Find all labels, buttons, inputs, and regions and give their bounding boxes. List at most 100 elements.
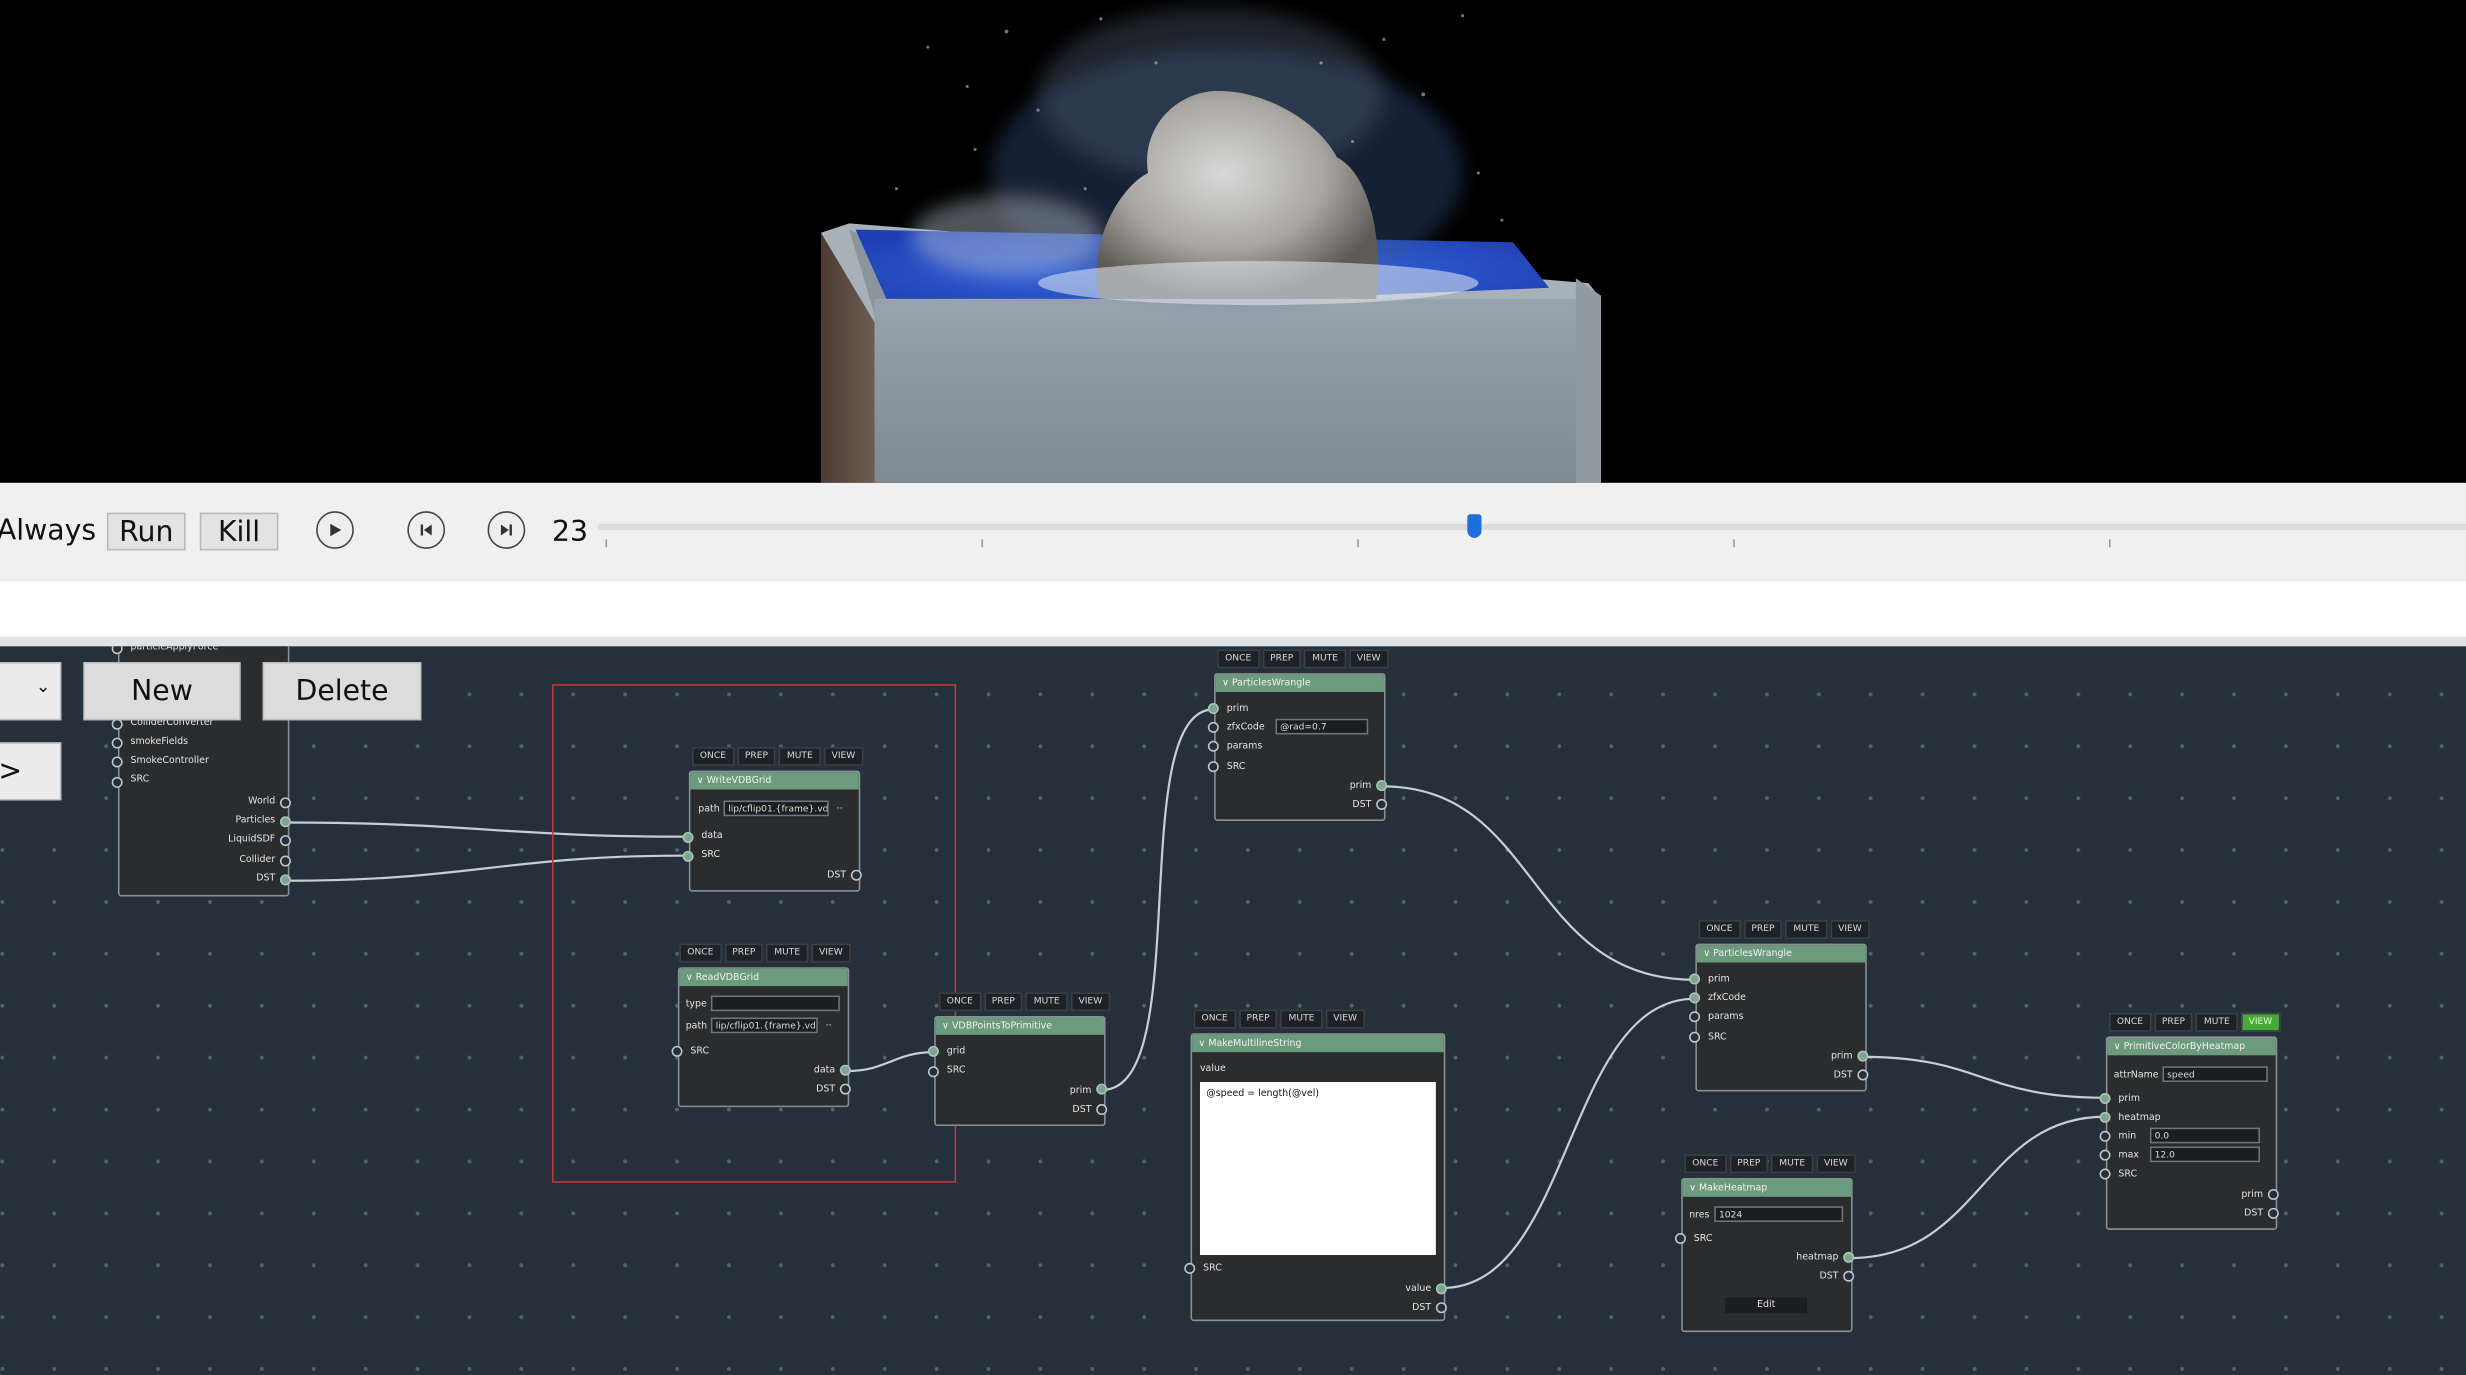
node-title[interactable]: ∨ MakeMultilineString xyxy=(1192,1034,1444,1053)
output-socket[interactable] xyxy=(2267,1188,2279,1200)
output-socket[interactable] xyxy=(1096,1083,1108,1095)
mute-button[interactable]: MUTE xyxy=(778,747,821,766)
view-button-active[interactable]: VIEW xyxy=(2240,1012,2281,1032)
input-socket[interactable] xyxy=(1207,702,1219,715)
output-socket[interactable] xyxy=(1857,1050,1869,1062)
min-field[interactable]: 0.0 xyxy=(2149,1127,2260,1144)
prep-button[interactable]: PREP xyxy=(724,943,764,963)
collapse-icon[interactable]: ∨ xyxy=(1689,1183,1699,1194)
prep-button[interactable]: PREP xyxy=(1743,920,1783,939)
input-socket[interactable] xyxy=(1689,1011,1701,1023)
output-socket[interactable] xyxy=(279,797,291,809)
input-socket[interactable] xyxy=(1207,761,1219,773)
input-socket[interactable] xyxy=(111,737,123,749)
collapse-icon[interactable]: ∨ xyxy=(2114,1041,2124,1052)
node-type-dropdown[interactable]: ⌄ xyxy=(0,662,62,721)
kill-button[interactable]: Kill xyxy=(199,512,279,551)
mute-button[interactable]: MUTE xyxy=(1280,1009,1323,1029)
node-editor[interactable]: particleApplyForce ColliderConverter smo… xyxy=(0,646,2466,1375)
output-socket[interactable] xyxy=(2267,1207,2279,1219)
timeline-track[interactable] xyxy=(597,523,2466,530)
browse-button[interactable]: .. xyxy=(826,1018,832,1029)
prep-button[interactable]: PREP xyxy=(2154,1012,2193,1032)
view-button[interactable]: VIEW xyxy=(811,943,851,963)
input-socket[interactable] xyxy=(1689,1031,1701,1043)
collapse-icon[interactable]: ∨ xyxy=(1198,1038,1208,1049)
node-particles-wrangle-1[interactable]: ∨ ParticlesWrangle prim zfxCode @rad=0.7… xyxy=(1214,673,1386,821)
node-title[interactable]: ∨ ParticlesWrangle xyxy=(1215,674,1384,692)
node-title[interactable]: ∨ PrimitiveColorByHeatmap xyxy=(2107,1037,2276,1056)
output-socket[interactable] xyxy=(1857,1069,1869,1081)
output-socket[interactable] xyxy=(839,1064,851,1076)
output-socket[interactable] xyxy=(279,835,291,847)
collapse-icon[interactable]: ∨ xyxy=(697,775,707,786)
input-socket[interactable] xyxy=(1207,740,1219,752)
input-socket[interactable] xyxy=(1207,721,1219,733)
node-title[interactable]: ∨ VDBPointsToPrimitive xyxy=(935,1017,1105,1035)
input-socket[interactable] xyxy=(682,831,694,843)
node-read-vdb-grid[interactable]: ∨ ReadVDBGrid type path lip/cflip01.{fra… xyxy=(677,967,850,1108)
view-button[interactable]: VIEW xyxy=(1830,920,1870,939)
mute-button[interactable]: MUTE xyxy=(1304,649,1346,669)
output-socket[interactable] xyxy=(1376,780,1388,792)
path-field[interactable]: lip/cflip01.{frame}.vdb xyxy=(710,1017,818,1034)
delete-button[interactable]: Delete xyxy=(262,662,422,721)
node-title[interactable]: ∨ ReadVDBGrid xyxy=(679,968,848,987)
input-socket[interactable] xyxy=(1184,1262,1196,1274)
run-button[interactable]: Run xyxy=(106,512,186,551)
view-button[interactable]: VIEW xyxy=(1349,649,1389,669)
input-socket[interactable] xyxy=(1689,992,1701,1004)
input-socket[interactable] xyxy=(2099,1130,2111,1142)
output-socket[interactable] xyxy=(1843,1270,1855,1282)
expand-button[interactable]: > xyxy=(0,742,62,801)
view-button[interactable]: VIEW xyxy=(823,747,864,766)
input-socket[interactable] xyxy=(1674,1232,1686,1245)
input-socket[interactable] xyxy=(2099,1149,2111,1161)
once-button[interactable]: ONCE xyxy=(938,992,981,1012)
input-socket[interactable] xyxy=(111,756,123,768)
mute-button[interactable]: MUTE xyxy=(1785,920,1828,939)
new-button[interactable]: New xyxy=(83,662,241,721)
next-frame-button[interactable] xyxy=(487,511,526,549)
zfx-code-field[interactable]: @rad=0.7 xyxy=(1275,718,1369,735)
output-socket[interactable] xyxy=(850,869,862,881)
output-socket[interactable] xyxy=(1376,798,1388,810)
node-make-heatmap[interactable]: ∨ MakeHeatmap nres 1024 SRC heatmap DST … xyxy=(1681,1177,1853,1333)
output-socket[interactable] xyxy=(839,1083,851,1095)
once-button[interactable]: ONCE xyxy=(691,747,734,766)
collapse-icon[interactable]: ∨ xyxy=(1222,678,1232,689)
max-field[interactable]: 12.0 xyxy=(2149,1146,2260,1163)
3d-viewport[interactable] xyxy=(0,0,2466,483)
node-vdb-points-to-primitive[interactable]: ∨ VDBPointsToPrimitive grid SRC prim DST xyxy=(934,1015,1106,1127)
node-primitive-color-by-heatmap[interactable]: ∨ PrimitiveColorByHeatmap attrName speed… xyxy=(2105,1036,2278,1230)
view-button[interactable]: VIEW xyxy=(1070,992,1111,1012)
once-button[interactable]: ONCE xyxy=(2108,1012,2151,1032)
timeline-slider-thumb[interactable] xyxy=(1467,514,1482,538)
input-socket[interactable] xyxy=(682,850,694,862)
mute-button[interactable]: MUTE xyxy=(1025,992,1068,1012)
node-title[interactable]: ∨ MakeHeatmap xyxy=(1682,1179,1852,1197)
browse-button[interactable]: .. xyxy=(837,801,843,812)
once-button[interactable]: ONCE xyxy=(1698,920,1741,939)
node-title[interactable]: ∨ ParticlesWrangle xyxy=(1696,945,1866,963)
output-socket[interactable] xyxy=(1096,1104,1108,1116)
input-socket[interactable] xyxy=(2099,1111,2111,1123)
once-button[interactable]: ONCE xyxy=(1193,1009,1236,1029)
node-particles-wrangle-2[interactable]: ∨ ParticlesWrangle prim zfxCode params S… xyxy=(1695,943,1867,1092)
output-socket[interactable] xyxy=(279,874,291,886)
input-socket[interactable] xyxy=(1689,973,1701,985)
prep-button[interactable]: PREP xyxy=(737,747,776,766)
input-socket[interactable] xyxy=(111,718,123,730)
output-socket[interactable] xyxy=(279,816,291,828)
node-title[interactable]: ∨ WriteVDBGrid xyxy=(690,772,859,790)
once-button[interactable]: ONCE xyxy=(1684,1154,1727,1174)
nres-field[interactable]: 1024 xyxy=(1714,1206,1844,1222)
prep-button[interactable]: PREP xyxy=(983,992,1023,1012)
edit-heatmap-button[interactable]: Edit xyxy=(1725,1297,1808,1314)
input-socket[interactable] xyxy=(2099,1168,2111,1180)
output-socket[interactable] xyxy=(1435,1283,1447,1295)
prev-frame-button[interactable] xyxy=(407,511,446,549)
node-write-vdb-grid[interactable]: ∨ WriteVDBGrid path lip/cflip01.{frame}.… xyxy=(688,770,861,892)
path-field[interactable]: lip/cflip01.{frame}.vdb xyxy=(723,800,829,817)
prep-button[interactable]: PREP xyxy=(1729,1154,1769,1174)
